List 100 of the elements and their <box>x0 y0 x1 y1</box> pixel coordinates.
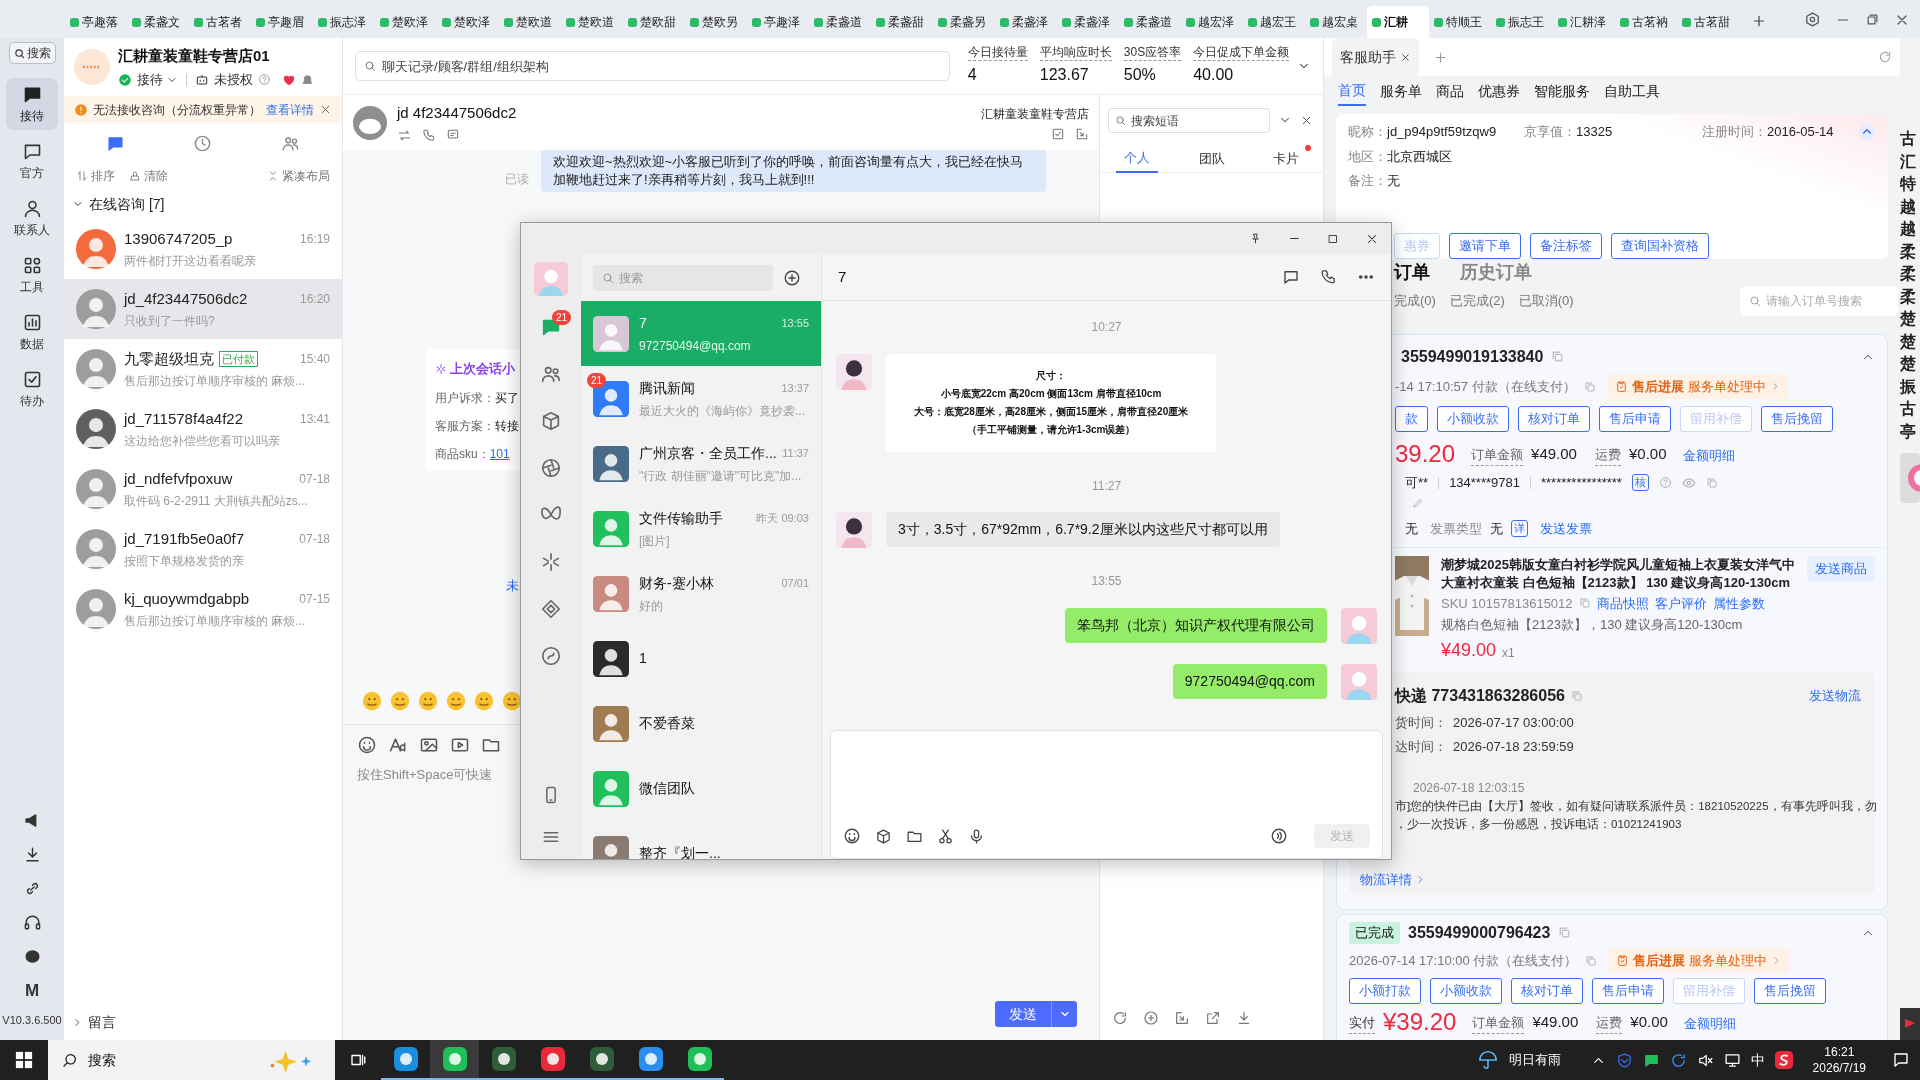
chat-item[interactable]: 财务-蹇小林 07/01 好的 <box>581 561 821 626</box>
shop-tab[interactable]: 柔 <box>1900 285 1916 308</box>
action-button[interactable]: 核对订单 <box>1518 405 1590 432</box>
shop-tab[interactable]: 振志泽 <box>313 6 375 38</box>
network-icon[interactable] <box>1723 1051 1741 1069</box>
send-button[interactable]: 发送 <box>995 1001 1051 1027</box>
search-button[interactable]: 搜索 <box>8 42 56 64</box>
message-input[interactable]: 按住Shift+Space可快速 <box>357 765 517 791</box>
phrase-tab[interactable]: 团队 <box>1190 145 1233 173</box>
assistant-nav-tab[interactable]: 首页 <box>1338 76 1366 106</box>
image-icon[interactable] <box>419 735 439 755</box>
pin-icon[interactable] <box>1249 232 1262 245</box>
microphone-icon[interactable] <box>968 827 985 845</box>
nav-item[interactable]: 待办 <box>6 363 58 415</box>
conversation-item[interactable]: jd_4f23447506dc2 16:20 只收到了一件吗? <box>64 279 342 339</box>
chat-item[interactable]: 不爱香菜 <box>581 691 821 756</box>
shop-tab[interactable]: 越宏桌 <box>1305 6 1367 38</box>
conversation-item[interactable]: 九零超级坦克 已付款 15:40 售后那边按订单顺序审核的 麻烦... <box>64 339 342 399</box>
product-link[interactable]: 属性参数 <box>1712 593 1765 613</box>
shop-tab[interactable]: 越 <box>1900 218 1916 241</box>
refresh-icon[interactable] <box>1112 1010 1128 1026</box>
shop-tab[interactable]: 楚 <box>1900 308 1916 331</box>
headset-icon[interactable] <box>22 912 42 932</box>
call-icon[interactable] <box>1320 268 1337 286</box>
shop-tab[interactable]: 柔盏道 <box>1119 6 1181 38</box>
link-fragment[interactable]: 未 <box>506 576 519 596</box>
action-button[interactable]: 邀请下单 <box>1449 232 1521 259</box>
shop-tab[interactable]: 楚欧甜 <box>623 6 685 38</box>
action-button[interactable]: 售后申请 <box>1592 977 1664 1004</box>
collapse-icon[interactable] <box>1858 122 1876 141</box>
action-button[interactable]: 售后挽留 <box>1754 977 1826 1004</box>
voice-icon[interactable] <box>1270 827 1288 845</box>
send-logistics-link[interactable]: 发送物流 <box>1809 685 1861 706</box>
scissors-icon[interactable] <box>937 827 954 845</box>
shop-tab[interactable]: 越宏泽 <box>1181 6 1243 38</box>
action-button[interactable]: 小额收款 <box>1437 405 1509 432</box>
shop-tab[interactable]: 楚 <box>1900 330 1916 353</box>
close-icon[interactable] <box>1400 51 1411 63</box>
order-filter[interactable]: 完成(0) <box>1394 290 1436 311</box>
assistant-tab[interactable]: 客服助手 <box>1332 38 1419 76</box>
shop-tab[interactable]: 亭趣泽 <box>747 6 809 38</box>
shop-tab[interactable]: 柔盏泽 <box>995 6 1057 38</box>
logistics-details-link[interactable]: 物流详情 <box>1360 869 1426 889</box>
conversation-item[interactable]: jd_7191fb5e0a0f7 07-18 按照下单规格发货的亲 <box>64 519 342 579</box>
add-tab-icon[interactable] <box>1751 13 1767 29</box>
details-link[interactable]: 查看详情 <box>266 100 314 119</box>
tray-icon[interactable] <box>1075 126 1089 141</box>
chat-item[interactable]: 1 <box>581 626 821 691</box>
action-button[interactable]: 小额收款 <box>1430 977 1502 1004</box>
assistant-nav-tab[interactable]: 自助工具 <box>1604 76 1660 106</box>
add-icon[interactable] <box>1143 1010 1159 1026</box>
cube-icon[interactable] <box>875 827 892 845</box>
nav-item[interactable]: 工具 <box>6 249 58 301</box>
nav-item[interactable]: 接待 <box>6 78 58 130</box>
shop-tab[interactable]: 柔盏甜 <box>871 6 933 38</box>
action-button[interactable]: 核对订单 <box>1511 977 1583 1004</box>
send-options-button[interactable] <box>1051 1001 1077 1027</box>
phrase-tab[interactable]: 个人 <box>1116 145 1158 173</box>
shop-tab[interactable]: 楚欧道 <box>561 6 623 38</box>
sync-icon[interactable] <box>1669 1051 1687 1069</box>
taskbar-app[interactable] <box>430 1040 479 1080</box>
shop-tab[interactable]: 特 <box>1900 173 1916 196</box>
chat-item[interactable]: 文件传输助手 昨天 09:03 [图片] <box>581 496 821 561</box>
import-icon[interactable] <box>1174 1010 1190 1026</box>
amount-details-link[interactable]: 金额明细 <box>1682 446 1735 466</box>
search-field[interactable]: 搜索 <box>593 264 773 291</box>
shop-tab[interactable]: 柔盏文 <box>127 6 189 38</box>
download-icon[interactable] <box>1236 1010 1252 1026</box>
shop-tab[interactable]: 柔 <box>1900 240 1916 263</box>
shop-tab[interactable]: 汇耕泽 <box>1553 6 1615 38</box>
conversation-item[interactable]: jd_ndfefvfpoxuw 07-18 取件码 6-2-2911 大荆镇共配站zs... <box>64 459 342 519</box>
order-search-field[interactable]: 请输入订单号搜索 <box>1740 285 1898 316</box>
phone-icon[interactable] <box>422 128 436 143</box>
product-link[interactable]: 客户评价 <box>1654 593 1707 613</box>
shop-tab[interactable]: 楚欧泽 <box>375 6 437 38</box>
product-link[interactable]: 商品快照 <box>1596 593 1649 613</box>
chat-item[interactable]: 广州京客・全员工作... 11:37 "行政 胡佳丽"邀请"可比克"加... <box>581 431 821 496</box>
shop-tab[interactable]: 楚欧道 <box>499 6 561 38</box>
notification-icon[interactable] <box>1892 1051 1910 1069</box>
action-button[interactable]: 售后挽留 <box>1761 405 1833 432</box>
conversation-item[interactable]: 13906747205_p 16:19 两件都打开这边看看呢亲 <box>64 219 342 279</box>
shop-tab[interactable]: 越 <box>1900 195 1916 218</box>
shop-tab[interactable]: 古茗甜 <box>1677 6 1739 38</box>
shop-tab[interactable]: 亭趣眉 <box>251 6 313 38</box>
shop-tab[interactable]: 古 <box>1900 128 1916 151</box>
shop-tab[interactable]: 越宏王 <box>1243 6 1305 38</box>
action-button[interactable]: 售后申请 <box>1599 405 1671 432</box>
shop-tab[interactable]: 楚欧泽 <box>437 6 499 38</box>
shield-icon[interactable] <box>1615 1051 1633 1069</box>
shop-tab[interactable]: 亭 <box>1900 420 1916 443</box>
shop-tab[interactable]: 特顺王 <box>1429 6 1491 38</box>
action-button[interactable]: 小额打款 <box>1349 977 1421 1004</box>
search-field[interactable]: 聊天记录/顾客/群组/组织架构 <box>355 51 950 81</box>
assistant-nav-tab[interactable]: 优惠券 <box>1478 76 1520 106</box>
settings-icon[interactable] <box>1804 11 1821 28</box>
close-icon[interactable] <box>319 103 332 116</box>
ime-indicator[interactable]: 中 <box>1750 1049 1765 1071</box>
action-button[interactable]: 款 <box>1395 405 1428 432</box>
image-message[interactable]: 尺寸： 小号底宽22cm 高20cm 侧面13cm 肩带直径10cm 大号：底宽28厘米，高28厘米，侧面15厘米，肩带直径20厘米 （手工平铺测量，请允许1-3cm误差） <box>886 353 1216 452</box>
shop-tab[interactable]: 柔盏道 <box>809 6 871 38</box>
